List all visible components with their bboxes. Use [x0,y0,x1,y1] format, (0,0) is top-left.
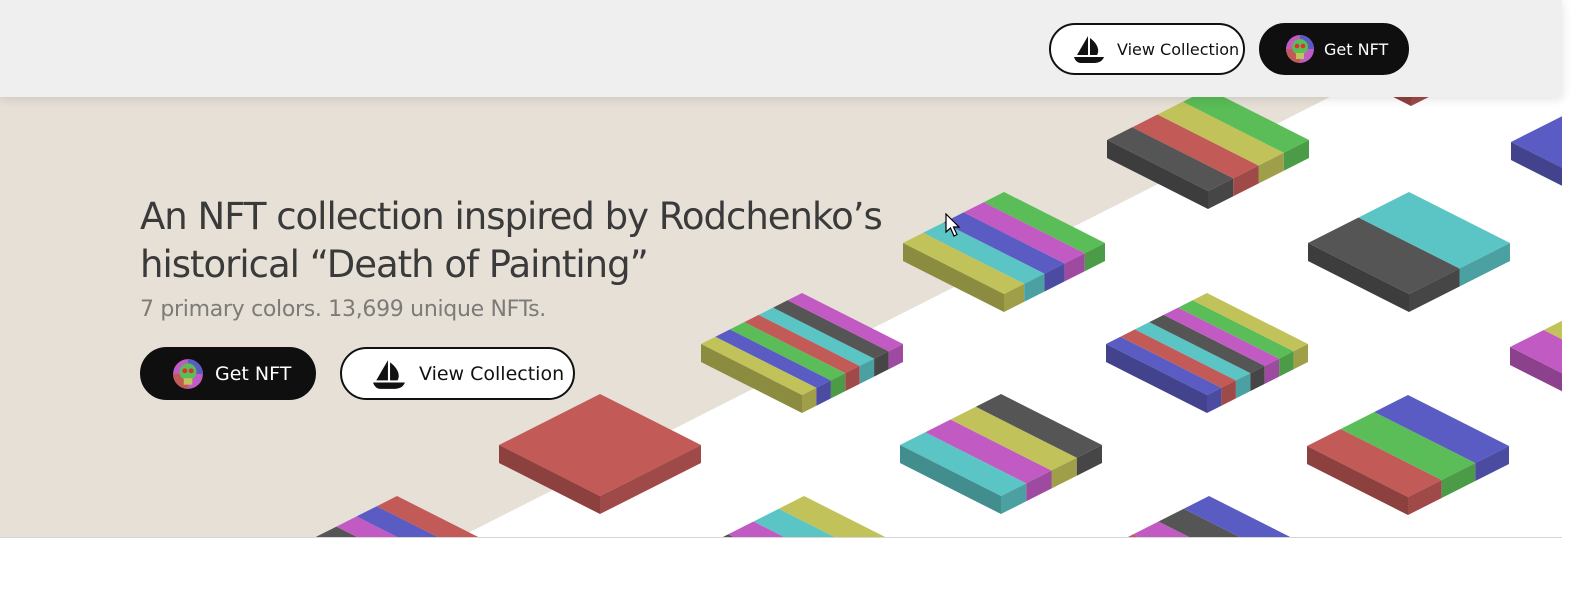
sailboat-icon [373,359,405,389]
hero-section: An NFT collection inspired by Rodchenko’… [0,97,1562,538]
hero-subline: 7 primary colors. 13,699 unique NFTs. [140,297,546,322]
view-collection-button[interactable]: View Collection [1049,23,1245,75]
get-nft-button[interactable]: Get NFT [1259,23,1409,75]
top-nav-bar: View Collection Get NFT [0,0,1562,97]
view-collection-label: View Collection [1117,39,1240,59]
hero-view-collection-label: View Collection [419,362,565,385]
get-nft-label: Get NFT [1324,39,1389,59]
skull-avatar-icon [1286,35,1314,63]
scrollbar-track[interactable] [1562,0,1573,593]
sailboat-icon [1074,36,1104,63]
hero-get-nft-button[interactable]: Get NFT [140,347,316,400]
mouse-cursor-icon [945,213,961,237]
hero-headline: An NFT collection inspired by Rodchenko’… [140,195,883,286]
hero-get-nft-label: Get NFT [215,362,292,385]
skull-avatar-icon [173,358,203,389]
hero-view-collection-button[interactable]: View Collection [340,347,575,400]
